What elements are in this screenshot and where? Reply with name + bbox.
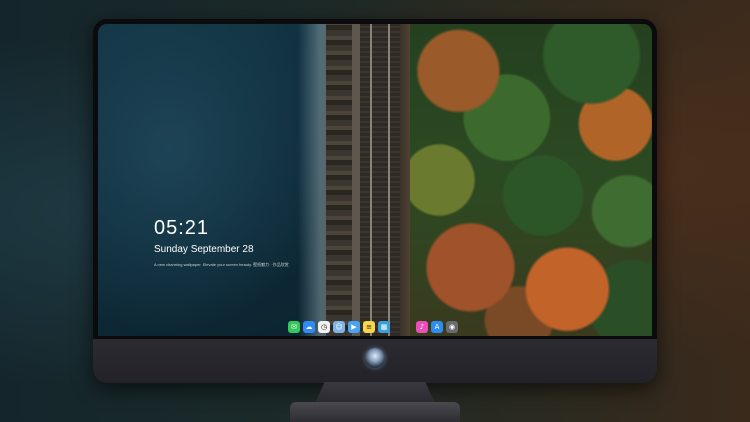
wallpaper-rail	[388, 24, 390, 336]
dock-movies-icon[interactable]: ▶	[348, 321, 360, 333]
dock-camera-icon[interactable]: ◉	[446, 321, 458, 333]
monitor-stand-base	[290, 402, 460, 422]
lock-clock: 05:21	[154, 217, 210, 239]
dock-notes-icon[interactable]: ≡	[363, 321, 375, 333]
lock-date: Sunday September 28	[154, 244, 254, 255]
monitor-chin	[93, 339, 657, 383]
brand-logo-icon	[365, 348, 385, 368]
lock-hint-text: A new charming wallpaper. Elevate your s…	[154, 262, 289, 267]
wallpaper-rail	[370, 24, 372, 336]
dock-music-icon[interactable]: ♪	[416, 321, 428, 333]
dock-finder-icon[interactable]: ☺	[333, 321, 345, 333]
desktop-background: 05:21 Sunday September 28 A new charming…	[0, 0, 750, 422]
dock-app-store-icon[interactable]: A	[431, 321, 443, 333]
dock-photos-icon[interactable]: ▦	[378, 321, 390, 333]
dock-clock-icon[interactable]: ◷	[318, 321, 330, 333]
wallpaper-forest	[410, 24, 652, 336]
dock-messages-icon[interactable]: ✉	[288, 321, 300, 333]
dock: ✉ ☁ ◷ ☺ ▶ ≡ ▦ ♪ A ◉	[288, 319, 458, 335]
wallpaper-railway	[360, 24, 400, 336]
wallpaper-rocks	[326, 24, 352, 336]
lock-screen[interactable]: 05:21 Sunday September 28 A new charming…	[98, 24, 652, 336]
monitor: 05:21 Sunday September 28 A new charming…	[93, 19, 657, 383]
monitor-stand-neck	[315, 382, 435, 404]
dock-weather-icon[interactable]: ☁	[303, 321, 315, 333]
